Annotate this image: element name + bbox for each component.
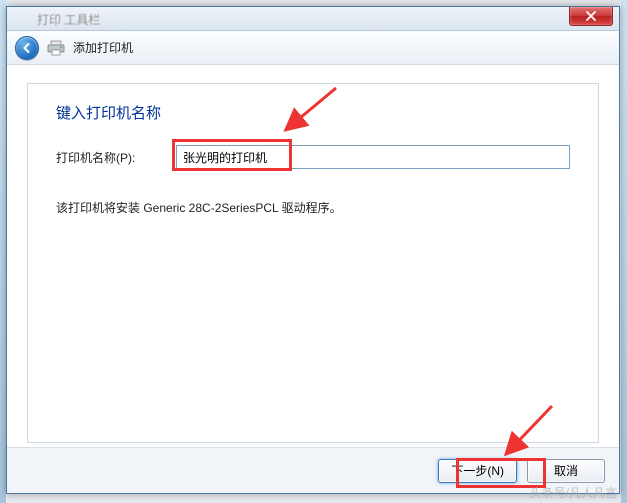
close-icon <box>586 11 596 21</box>
close-button[interactable] <box>569 7 613 26</box>
add-printer-window: 打印 工具栏 添加打印机 键入打印机名称 打印机名称(P): <box>6 6 620 494</box>
next-button[interactable]: 下一步(N) <box>438 459 517 483</box>
page-heading: 键入打印机名称 <box>56 102 570 123</box>
toolbar: 添加打印机 <box>7 31 619 65</box>
printer-icon <box>47 40 65 56</box>
footer: 下一步(N) 取消 <box>7 447 619 493</box>
driver-note: 该打印机将安装 Generic 28C-2SeriesPCL 驱动程序。 <box>56 199 570 216</box>
printer-name-input[interactable] <box>176 145 570 169</box>
titlebar: 打印 工具栏 <box>7 7 619 31</box>
cancel-button[interactable]: 取消 <box>527 459 605 483</box>
printer-name-label: 打印机名称(P): <box>56 149 176 166</box>
watermark: 头条号/凡人凡言 <box>530 484 617 501</box>
toolbar-title: 添加打印机 <box>73 39 133 56</box>
content-panel: 键入打印机名称 打印机名称(P): 该打印机将安装 Generic 28C-2S… <box>27 83 599 443</box>
arrow-left-icon <box>21 42 33 54</box>
titlebar-text: 打印 工具栏 <box>37 11 100 28</box>
back-button[interactable] <box>15 36 39 60</box>
